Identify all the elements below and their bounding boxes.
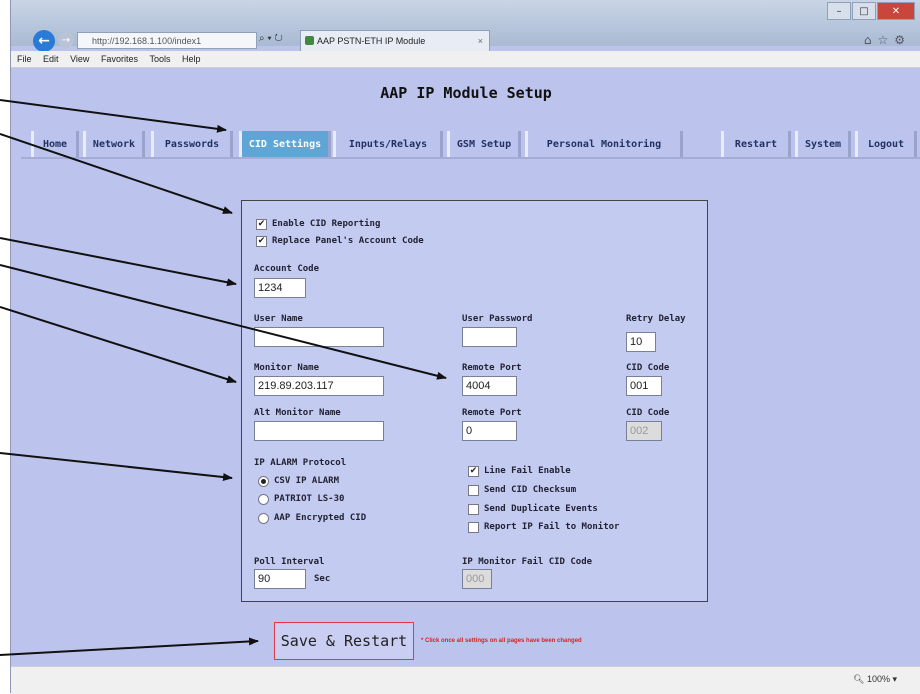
menu-bar: File Edit View Favorites Tools Help [11,51,920,68]
send-cid-checksum-label: Send CID Checksum [484,485,577,495]
nav-restart[interactable]: Restart [721,131,791,157]
alt-cid-code-label: CID Code [626,408,670,418]
monitor-name-input[interactable]: 219.89.203.117 [254,376,384,396]
poll-interval-label: Poll Interval [254,557,325,567]
zoom-level[interactable]: 🔍︎ 100% ▾ [853,674,897,685]
favicon-icon [305,36,314,45]
alt-cid-code-input: 002 [626,421,662,441]
protocol-radio-csv[interactable] [258,476,269,487]
nav-network[interactable]: Network [83,131,145,157]
enable-cid-label: Enable CID Reporting [272,219,381,229]
protocol-radio-aap[interactable] [258,513,269,524]
account-code-input[interactable]: 1234 [254,278,306,298]
user-password-input[interactable] [462,327,517,347]
check-mark-icon: ✔ [257,236,266,246]
remote-port-input[interactable]: 4004 [462,376,517,396]
zoom-icon: 🔍︎ [852,674,865,684]
menu-file[interactable]: File [17,51,32,67]
toolbar-icons[interactable]: ⌂☆⚙ [864,33,911,47]
menu-tools[interactable]: Tools [149,51,170,67]
nav-inputs-relays[interactable]: Inputs/Relays [333,131,443,157]
line-fail-checkbox[interactable]: ✔ [468,466,479,477]
nav-personal-monitoring[interactable]: Personal Monitoring [525,131,683,157]
window-controls: – □ ✕ [827,2,915,20]
alt-remote-port-label: Remote Port [462,408,522,418]
report-ip-fail-checkbox[interactable] [468,522,479,533]
minimize-icon[interactable]: – [827,2,851,20]
protocol-label: IP ALARM Protocol [254,458,347,468]
account-code-label: Account Code [254,264,320,274]
nav-passwords[interactable]: Passwords [151,131,233,157]
user-name-label: User Name [254,314,303,324]
protocol-option-aap: AAP Encrypted CID [274,513,367,523]
report-ip-fail-label: Report IP Fail to Monitor [484,522,620,532]
cid-code-label: CID Code [626,363,670,373]
save-restart-button[interactable]: Save & Restart [274,622,414,660]
forward-arrow-icon[interactable]: → [58,32,74,48]
status-bar: 🔍︎ 100% ▾ [11,666,920,694]
retry-delay-label: Retry Delay [626,314,686,324]
nav-divider [21,157,920,159]
line-fail-label: Line Fail Enable [484,466,571,476]
replace-account-checkbox[interactable]: ✔ [256,236,267,247]
nav-logout[interactable]: Logout [855,131,917,157]
poll-interval-unit: Sec [314,574,331,584]
menu-favorites[interactable]: Favorites [101,51,138,67]
nav-gsm-setup[interactable]: GSM Setup [447,131,521,157]
page-title: AAP IP Module Setup [380,84,552,102]
search-refresh-icon[interactable]: ⌕ ▾ ↻ [259,33,283,44]
tab-title: AAP PSTN-ETH IP Module [317,36,426,46]
alt-monitor-name-input[interactable] [254,421,384,441]
user-password-label: User Password [462,314,533,324]
address-bar[interactable]: http://192.168.1.100/index1 [77,32,257,49]
send-duplicate-events-label: Send Duplicate Events [484,504,598,514]
protocol-radio-patriot[interactable] [258,494,269,505]
remote-port-label: Remote Port [462,363,522,373]
check-mark-icon: ✔ [469,466,478,476]
enable-cid-checkbox[interactable]: ✔ [256,219,267,230]
poll-interval-input[interactable]: 90 [254,569,306,589]
protocol-option-csv: CSV IP ALARM [274,476,340,486]
browser-titlebar: – □ ✕ ← → http://192.168.1.100/index1 ⌕ … [11,0,920,52]
ip-monitor-fail-cid-input: 000 [462,569,492,589]
nav-home[interactable]: Home [31,131,79,157]
retry-delay-input[interactable]: 10 [626,332,656,352]
browser-tab[interactable]: AAP PSTN-ETH IP Module × [300,30,490,51]
alt-remote-port-input[interactable]: 0 [462,421,517,441]
menu-edit[interactable]: Edit [43,51,59,67]
tab-close-icon[interactable]: × [478,31,483,51]
browser-window: – □ ✕ ← → http://192.168.1.100/index1 ⌕ … [10,0,920,694]
back-arrow-icon[interactable]: ← [33,30,55,52]
protocol-option-patriot: PATRIOT LS-30 [274,494,345,504]
close-icon[interactable]: ✕ [877,2,915,20]
menu-view[interactable]: View [70,51,89,67]
nav-cid-settings[interactable]: CID Settings [239,131,331,157]
maximize-icon[interactable]: □ [852,2,876,20]
nav-system[interactable]: System [795,131,851,157]
ip-monitor-fail-cid-label: IP Monitor Fail CID Code [462,557,593,567]
monitor-name-label: Monitor Name [254,363,320,373]
save-note: * Click once all settings on all pages h… [421,638,582,644]
menu-help[interactable]: Help [182,51,201,67]
send-duplicate-events-checkbox[interactable] [468,504,479,515]
cid-code-input[interactable]: 001 [626,376,662,396]
check-mark-icon: ✔ [257,219,266,229]
cid-settings-panel: ✔ Enable CID Reporting ✔ Replace Panel's… [241,200,708,602]
send-cid-checksum-checkbox[interactable] [468,485,479,496]
user-name-input[interactable] [254,327,384,347]
zoom-value: 100% [866,674,890,684]
replace-account-label: Replace Panel's Account Code [272,236,424,246]
alt-monitor-name-label: Alt Monitor Name [254,408,341,418]
